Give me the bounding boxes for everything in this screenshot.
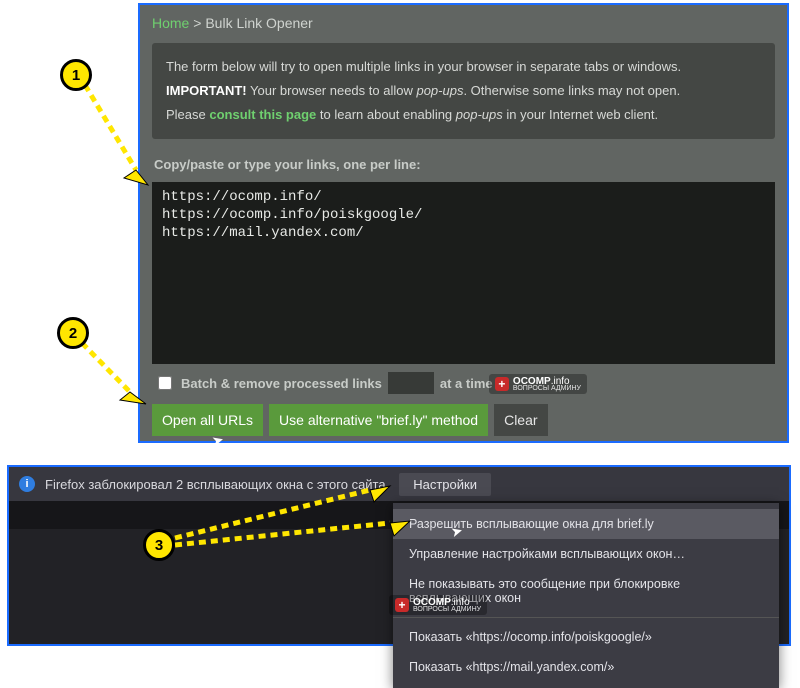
batch-checkbox[interactable] — [158, 376, 172, 390]
batch-label-b: at a time — [440, 376, 493, 391]
badge-3: 3 — [143, 529, 175, 561]
menu-manage-settings[interactable]: Управление настройками всплывающих окон… — [393, 539, 779, 569]
info-consult: Please consult this page to learn about … — [166, 103, 761, 127]
plus-icon: + — [495, 377, 509, 391]
batch-count-input[interactable] — [388, 372, 434, 394]
breadcrumb-home[interactable]: Home — [152, 15, 189, 31]
bulk-link-opener-panel: Home > Bulk Link Opener The form below w… — [138, 3, 789, 443]
button-row: Open all URLs Use alternative "brief.ly"… — [140, 404, 787, 448]
badge-1: 1 — [60, 59, 92, 91]
plus-icon: + — [395, 598, 409, 612]
firefox-popup-panel: i Firefox заблокировал 2 всплывающих окн… — [7, 465, 791, 646]
info-important: IMPORTANT! Your browser needs to allow p… — [166, 79, 761, 103]
info-line1: The form below will try to open multiple… — [166, 55, 761, 79]
links-label: Copy/paste or type your links, one per l… — [140, 153, 787, 176]
watermark: + OCOMP.infoВОПРОСЫ АДМИНУ — [489, 374, 587, 394]
alt-method-button[interactable]: Use alternative "brief.ly" method — [269, 404, 488, 436]
clear-button[interactable]: Clear — [494, 404, 547, 436]
menu-show-url-2[interactable]: Показать «https://mail.yandex.com/» — [393, 652, 779, 682]
menu-show-url-1[interactable]: Показать «https://ocomp.info/poiskgoogle… — [393, 622, 779, 652]
batch-label-a: Batch & remove processed links — [181, 376, 382, 391]
info-icon: i — [19, 476, 35, 492]
breadcrumb-current: Bulk Link Opener — [205, 15, 312, 31]
watermark: + OCOMP.infoВОПРОСЫ АДМИНУ — [389, 595, 487, 615]
options-button[interactable]: Настройки — [399, 473, 491, 496]
url-textarea[interactable]: https://ocomp.info/ https://ocomp.info/p… — [152, 182, 775, 364]
breadcrumb: Home > Bulk Link Opener — [140, 5, 787, 37]
batch-row: Batch & remove processed links at a time — [140, 364, 787, 404]
info-box: The form below will try to open multiple… — [152, 43, 775, 139]
badge-2: 2 — [57, 317, 89, 349]
consult-link[interactable]: consult this page — [209, 107, 316, 122]
blocked-msg: Firefox заблокировал 2 всплывающих окна … — [45, 477, 389, 492]
open-all-button[interactable]: Open all URLs — [152, 404, 263, 436]
popup-blocked-bar: i Firefox заблокировал 2 всплывающих окн… — [9, 467, 789, 501]
